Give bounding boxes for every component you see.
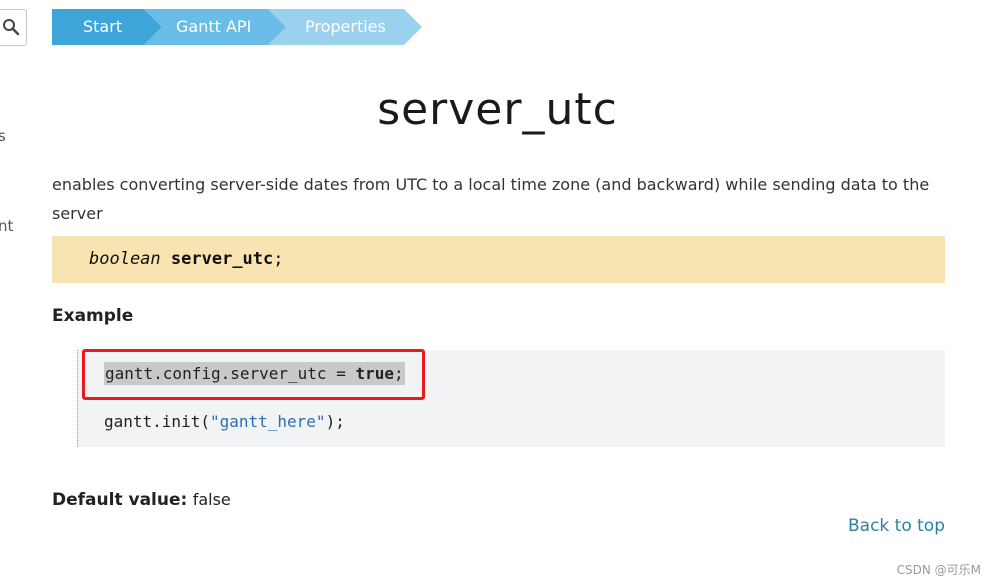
highlight-annotation <box>82 349 425 400</box>
code-text: gantt.init( <box>104 412 210 431</box>
default-value: Default value: false <box>52 490 231 510</box>
page-title: server_utc <box>377 84 618 135</box>
breadcrumb-label: Gantt API <box>176 17 252 36</box>
signature-block: boolean server_utc; <box>52 236 945 283</box>
breadcrumb-label: Start <box>83 17 123 36</box>
signature-type: boolean <box>89 249 161 269</box>
sidebar-item-fragment[interactable]: nt <box>0 217 13 235</box>
signature-terminator: ; <box>273 249 284 269</box>
breadcrumb-start[interactable]: Start <box>52 9 162 45</box>
search-button[interactable] <box>0 9 27 46</box>
breadcrumb-gantt-api[interactable]: Gantt API <box>144 9 286 45</box>
code-text: ); <box>325 412 345 431</box>
default-value-label: Default value: <box>52 490 188 510</box>
code-string: "gantt_here" <box>209 412 326 431</box>
code-line: gantt.init("gantt_here"); <box>104 412 345 431</box>
example-heading: Example <box>52 306 134 326</box>
signature-name: server_utc <box>170 249 274 269</box>
watermark: CSDN @可乐M <box>896 563 981 577</box>
back-to-top-link[interactable]: Back to top <box>848 516 945 536</box>
breadcrumb-label: Properties <box>305 17 386 36</box>
search-icon <box>3 19 20 36</box>
property-description: enables converting server-side dates fro… <box>52 175 930 223</box>
breadcrumb-properties[interactable]: Properties <box>268 9 422 45</box>
default-value-text: false <box>192 490 231 509</box>
